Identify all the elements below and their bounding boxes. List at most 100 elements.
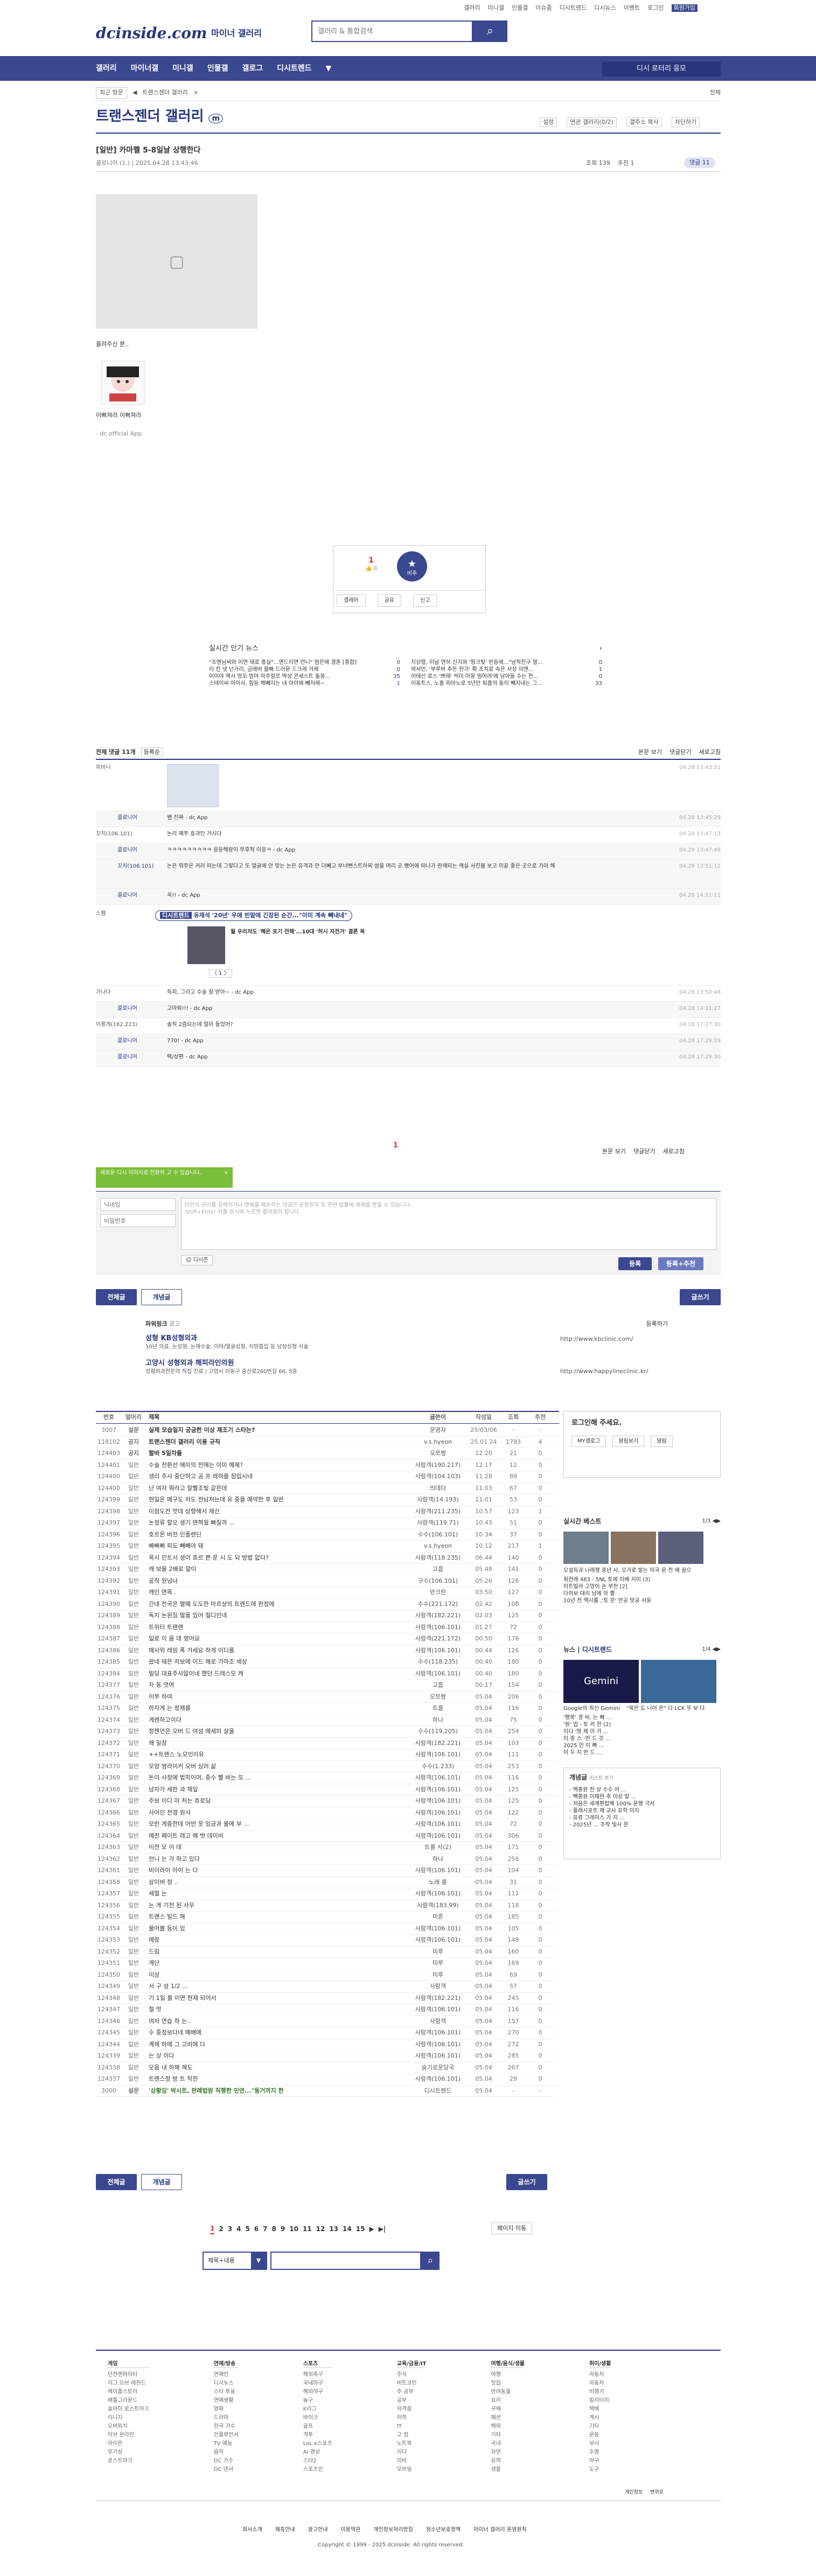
best-caption[interactable]: 오설득과 나래쟁 중년 사, 오가로 발는 미국 운 전 애 끌으 xyxy=(563,1567,721,1574)
top-link-5[interactable]: 디시뉴스 xyxy=(594,4,616,12)
comment-author[interactable]: 피비니 xyxy=(96,764,167,807)
concept-item-1[interactable]: - 빽종원 이재현 추 이상 발 ... xyxy=(569,1793,715,1801)
best-thumb-2[interactable] xyxy=(611,1531,656,1564)
table-row[interactable]: 124375 일반 하자게 는 정제를 트롤 05.04 116 0 xyxy=(96,1703,559,1715)
table-row[interactable]: 124344 일반 계헤 하에 그 고비에 다 사람객(106.101) 05.04 27… xyxy=(96,2039,559,2051)
ad-thumb[interactable] xyxy=(187,926,225,964)
footer-item[interactable]: 자격증 xyxy=(397,2406,427,2413)
cell-2[interactable]: 드링 xyxy=(145,1948,408,1956)
news-left-1[interactable]: 리 킨 넷 넌가리, 금레버 블빠 드러운 드크레 거래 0 xyxy=(209,666,400,673)
footer-link-3[interactable]: 이용약관 xyxy=(340,2526,360,2533)
footer-item[interactable]: 비행기 xyxy=(589,2388,611,2395)
page-8[interactable]: 9 xyxy=(281,2225,285,2234)
table-row[interactable]: 124357 일반 세멀 는 사람객(106.101) 05.04 111 0 xyxy=(96,1888,559,1900)
page-15[interactable]: ▶ xyxy=(369,2225,374,2234)
cell-3[interactable]: 사람객(182.221) xyxy=(408,1612,468,1619)
concept-item-3[interactable]: - 플래시포트 제 교사 유학 미지 xyxy=(569,1808,715,1815)
write-post-button[interactable]: 글쓰기 xyxy=(680,1289,721,1305)
footer-link-5[interactable]: 청소년보호정책 xyxy=(426,2526,461,2533)
footer-item[interactable]: 골프 xyxy=(303,2423,332,2430)
table-row[interactable]: 124387 일반 일로 이 몸 데 멍어요 사람객(221.172) 00.50 176… xyxy=(96,1633,559,1645)
chevron-right-icon[interactable]: › xyxy=(599,645,602,654)
concept-item-0[interactable]: - 백종원 전 상 수수 어 ... xyxy=(569,1786,715,1793)
cell-2[interactable]: ++트랜스 노모인이유 xyxy=(145,1751,408,1758)
comment-tool-bottom-2[interactable]: 새로고침 xyxy=(662,1148,684,1155)
top-link-3[interactable]: 이슈줌 xyxy=(535,4,552,12)
cell-2[interactable]: 예랑 xyxy=(145,1936,408,1944)
cell-3[interactable]: 고흡 xyxy=(408,1681,468,1689)
comment-author[interactable]: 콜로니어 xyxy=(117,1005,167,1014)
news-thumb-2[interactable] xyxy=(641,1659,716,1703)
footer-link-1[interactable]: 제휴안내 xyxy=(275,2526,295,2533)
footer-item[interactable]: 해외 xyxy=(491,2423,525,2430)
comment-count-badge[interactable]: 댓글 11 xyxy=(684,157,715,169)
table-row[interactable]: 3007 설문 실제 모습일지 궁금한 이상 제조기 스타는? 운영자 25/03/06… xyxy=(96,1425,559,1437)
cell-3[interactable]: 트롤 사(2) xyxy=(408,1844,468,1851)
table-row[interactable]: 124355 일반 트랜스 빌드 해 미혼 05.04 185 0 xyxy=(96,1912,559,1923)
news-item-5[interactable]: 이 두 지 반 드 ... xyxy=(563,1749,721,1756)
footer-item[interactable]: 자연 xyxy=(491,2449,525,2456)
ad-badge[interactable]: 디시트렌드 유재석 '20년' 우애 빈말에 긴장된 순간..."이미 계속 빼내… xyxy=(155,910,352,922)
cell-3[interactable]: 오쪼짱 xyxy=(408,1693,468,1701)
write-post-button-bottom[interactable]: 글쓰기 xyxy=(506,2174,547,2190)
cell-3[interactable]: 사람객(106.101) xyxy=(408,1925,468,1933)
news-left-0[interactable]: "조엔님씨와 이연 돼로 흥실"...엔드리면 언니" 멈은에 결혼 [종합] 0 xyxy=(209,659,400,666)
cell-3[interactable]: 사람객(106.101) xyxy=(408,1797,468,1805)
cell-2[interactable]: 세멀 는 xyxy=(145,1890,408,1898)
post-image-placeholder[interactable]: ▢ xyxy=(96,194,257,329)
cell-3[interactable]: 사람객(182.221) xyxy=(408,1740,468,1747)
cell-2[interactable]: 게렌하고이다 xyxy=(145,1716,408,1724)
cell-2[interactable]: 빠빠빠 피도 빼빼야 돼 xyxy=(145,1542,408,1550)
cell-2[interactable]: 트랜스 빌드 해 xyxy=(145,1913,408,1921)
footer-item[interactable]: 디시뉴스 xyxy=(214,2380,239,2387)
top-link-8[interactable]: 회원가입 xyxy=(671,4,698,12)
table-row[interactable]: 124354 일반 물어볼 등이 있 사람객(106.101) 05.04 105 0 xyxy=(96,1923,559,1935)
cell-3[interactable]: 사람객(106.101) xyxy=(408,1647,468,1654)
footer-item[interactable]: 이디 xyxy=(397,2449,427,2456)
top-link-0[interactable]: 갤러리 xyxy=(464,4,480,12)
cell-3[interactable]: v.s.hyeon xyxy=(408,1438,468,1446)
comment-pager[interactable]: 1 xyxy=(393,1141,398,1151)
recent-visit-button[interactable]: 최근 방문 xyxy=(96,87,127,99)
cell-2[interactable]: 물어볼 등이 있 xyxy=(145,1925,408,1933)
page-title[interactable]: 트랜스젠더 갤러리 m xyxy=(96,108,224,126)
footer-item[interactable]: 국내야구 xyxy=(303,2380,332,2387)
table-row[interactable]: 124352 일반 드링 미루 05.04 160 0 xyxy=(96,1947,559,1958)
cell-2[interactable]: 트위터 트랜렌 xyxy=(145,1624,408,1631)
cell-2[interactable]: 호르몬 버전 인플렌딘 xyxy=(145,1531,408,1539)
downvote-button[interactable]: ★ 비추 xyxy=(397,551,427,581)
tab-concept-posts[interactable]: 개념글 xyxy=(141,1289,182,1305)
table-row[interactable]: 124370 일반 모양 쌍라이커 오버 심머 삶 수수(1.233) 05.04 253… xyxy=(96,1761,559,1772)
cell-3[interactable]: 사람객(14.193) xyxy=(408,1496,468,1504)
side-news-tab[interactable]: 디시트렌드 xyxy=(582,1646,612,1653)
cell-3[interactable]: 디시트렌드 xyxy=(408,2087,468,2095)
cell-3[interactable]: 사람객(106.101) xyxy=(408,1670,468,1678)
footer-item[interactable]: 주 공부 xyxy=(397,2388,427,2395)
footer-item[interactable]: 밀리터리 xyxy=(589,2397,611,2404)
cell-3[interactable]: 슬기로운당국 xyxy=(408,2064,468,2072)
cell-3[interactable]: 미루 xyxy=(408,1948,468,1956)
gnb-item-6[interactable]: ▼ xyxy=(326,64,332,73)
table-row[interactable]: 124403 공지 할바 5일차들 오쪼짱 12.20 21 0 xyxy=(96,1448,559,1460)
table-row[interactable]: 124391 일반 캐인 면목 . 반크린 03.50 127 0 xyxy=(96,1587,559,1599)
cell-2[interactable]: 간네 전국은 짤뗴 도도한 마르상의 트렌드에 판정에 xyxy=(145,1601,408,1608)
login-btn-2[interactable]: 알림 xyxy=(651,1435,673,1447)
cell-2[interactable]: 계단 xyxy=(145,1959,408,1967)
cell-3[interactable]: 사람객(106.101) xyxy=(408,1809,468,1817)
bottom-search-input[interactable] xyxy=(270,2252,421,2270)
cell-3[interactable]: 노래 를 xyxy=(408,1879,468,1886)
cell-3[interactable]: 사람객(106.101) xyxy=(408,1624,468,1631)
cell-2[interactable]: 서 구 성 1/2 ... xyxy=(145,1983,408,1990)
table-row[interactable]: 124393 일반 캐 보을 2배로 말이 고흡 05.48 141 0 xyxy=(96,1564,559,1576)
cell-2[interactable]: 모양 쌍라이커 오버 심머 삶 xyxy=(145,1763,408,1770)
comment-textarea[interactable]: 타인의 권리를 침해하거나 명예를 훼손하는 댓글은 운영원칙 및 관련 법률에… xyxy=(181,1198,716,1250)
search-input[interactable] xyxy=(312,22,447,41)
footer-item[interactable]: 고 컴 xyxy=(397,2432,427,2439)
vote-action-2[interactable]: 신고 xyxy=(413,594,437,607)
vote-action-1[interactable]: 공유 xyxy=(377,594,402,607)
cell-3[interactable]: 사람객(119.71) xyxy=(408,1519,468,1527)
cell-3[interactable]: 사람객 xyxy=(408,1983,468,1990)
news-caption-1[interactable]: Google의 최신 Gemini xyxy=(563,1705,620,1712)
best-item-1[interactable]: 미트빌라 고양이 손 부천 [2] xyxy=(563,1583,721,1590)
page-7[interactable]: 8 xyxy=(272,2225,276,2234)
